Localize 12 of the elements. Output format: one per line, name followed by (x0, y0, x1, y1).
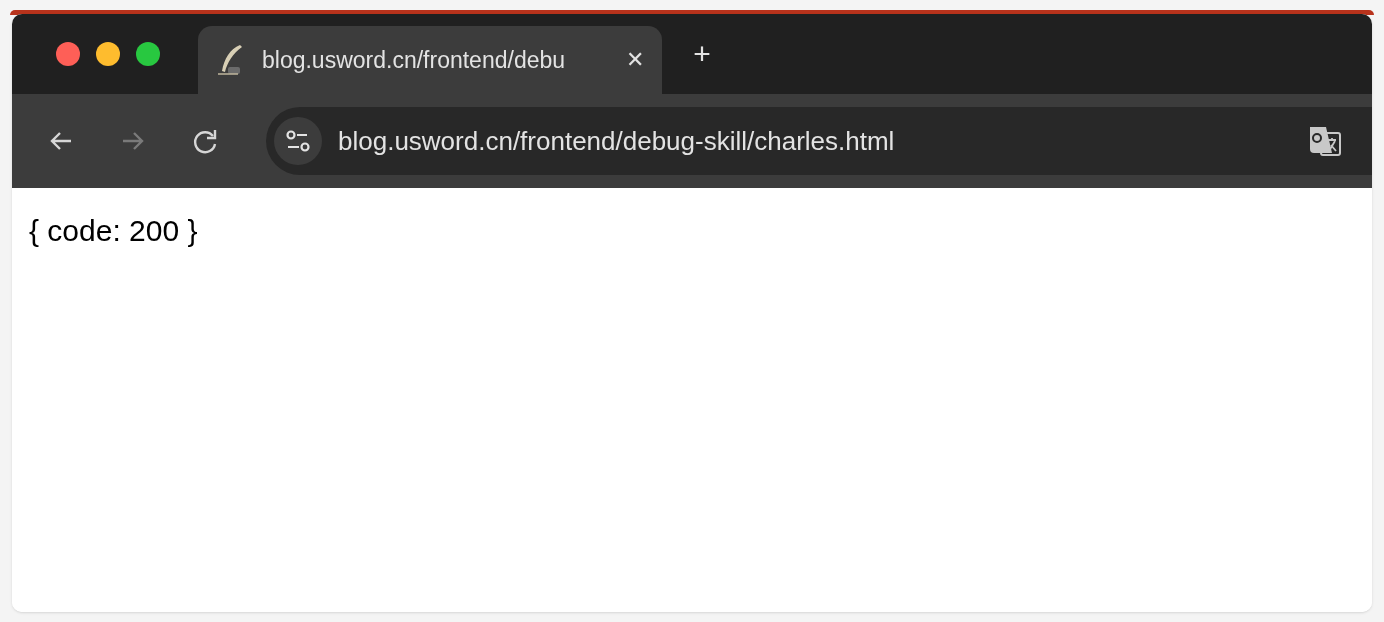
browser-tab[interactable]: blog.usword.cn/frontend/debu ✕ (198, 26, 662, 94)
url-text: blog.usword.cn/frontend/debug-skill/charles.html (338, 124, 895, 158)
site-settings-icon[interactable] (274, 117, 322, 165)
new-tab-button[interactable]: + (678, 36, 726, 72)
minimize-window-icon[interactable] (96, 42, 120, 66)
tab-title: blog.usword.cn/frontend/debu (262, 45, 566, 75)
translate-icon[interactable] (1308, 124, 1342, 158)
response-text: { code: 200 } (29, 214, 198, 247)
close-window-icon[interactable] (56, 42, 80, 66)
address-bar[interactable]: blog.usword.cn/frontend/debug-skill/charles.html (266, 107, 1372, 175)
close-tab-button[interactable]: ✕ (626, 49, 644, 71)
maximize-window-icon[interactable] (136, 42, 160, 66)
